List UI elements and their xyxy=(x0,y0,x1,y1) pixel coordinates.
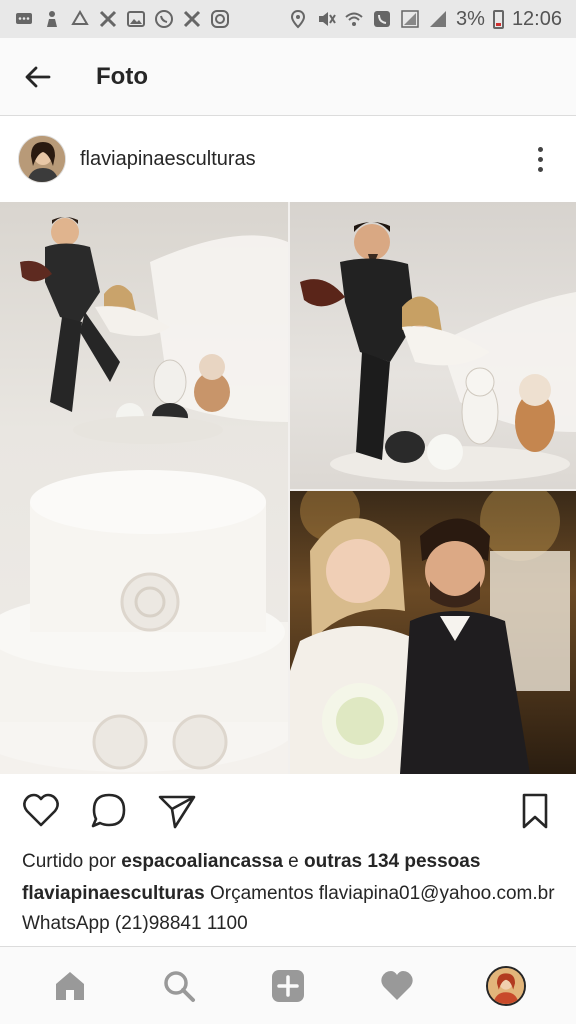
notification-icons xyxy=(14,9,230,29)
search-icon xyxy=(164,970,196,1002)
person-notification-icon xyxy=(42,9,62,29)
nav-home[interactable] xyxy=(40,956,100,1016)
wifi-icon xyxy=(344,9,364,29)
cake-illustration xyxy=(0,217,288,774)
nav-profile[interactable] xyxy=(476,956,536,1016)
bookmark-icon xyxy=(522,793,548,829)
arrow-left-icon xyxy=(25,66,51,87)
whatsapp-icon xyxy=(154,9,174,29)
nav-add[interactable] xyxy=(258,956,318,1016)
profile-avatar xyxy=(485,965,526,1006)
send-icon xyxy=(158,795,196,829)
bottom-navigation xyxy=(0,946,576,1024)
post-photo[interactable] xyxy=(0,202,576,774)
battery-percent: 3% xyxy=(456,7,485,30)
cake-photo xyxy=(0,202,288,774)
avatar-image xyxy=(19,136,65,182)
post-actions xyxy=(0,780,576,842)
top-app-bar: Foto xyxy=(0,38,576,116)
status-bar: 3% 12:06 xyxy=(0,0,576,38)
post-caption: flaviapinaesculturas Orçamentos flaviapi… xyxy=(22,879,562,945)
topper-illustration xyxy=(300,222,576,482)
nav-activity[interactable] xyxy=(367,956,427,1016)
call-icon xyxy=(372,9,392,29)
couple-illustration xyxy=(290,491,570,774)
comment-button[interactable] xyxy=(88,790,130,832)
add-icon xyxy=(271,969,304,1002)
signal-bars-icon xyxy=(428,9,448,29)
caption-username[interactable]: flaviapinaesculturas xyxy=(22,883,205,904)
more-vertical-icon xyxy=(537,146,543,152)
more-dot xyxy=(537,166,543,172)
post-username[interactable]: flaviapinaesculturas xyxy=(80,148,256,171)
instagram-photo-screen: 3% 12:06 Foto flaviapinaesculturas Curti… xyxy=(0,0,576,1024)
system-icons: 3% 12:06 xyxy=(288,8,562,31)
instagram-icon xyxy=(210,9,230,29)
share-button[interactable] xyxy=(156,790,198,832)
signal-icon xyxy=(400,9,420,29)
page-title: Foto xyxy=(96,62,148,90)
likes-others-link[interactable]: outras 134 pessoas xyxy=(304,851,480,872)
likes-prefix: Curtido por xyxy=(22,851,122,872)
likes-summary: Curtido por espacoaliancassa e outras 13… xyxy=(22,849,562,875)
nav-search[interactable] xyxy=(149,956,209,1016)
alert-notification-icon xyxy=(70,9,90,29)
image-notification-icon xyxy=(126,9,146,29)
back-button[interactable] xyxy=(0,38,76,116)
like-button[interactable] xyxy=(20,790,62,832)
liker-username[interactable]: espacoaliancassa xyxy=(121,851,283,872)
avatar[interactable] xyxy=(18,135,66,183)
save-button[interactable] xyxy=(514,790,556,832)
post-header: flaviapinaesculturas xyxy=(0,117,576,201)
mute-icon xyxy=(316,9,336,29)
activity-heart-icon xyxy=(381,970,413,1000)
comment-icon xyxy=(91,793,126,828)
likes-middle: e xyxy=(282,851,305,872)
more-dot xyxy=(537,156,543,162)
home-icon xyxy=(56,971,85,1000)
crossed-tools-icon-2 xyxy=(182,9,202,29)
profile-avatar-image xyxy=(487,967,524,1004)
battery-icon xyxy=(492,9,504,29)
crossed-tools-icon xyxy=(98,9,118,29)
message-notification-icon xyxy=(14,9,34,29)
heart-icon xyxy=(23,793,59,827)
location-icon xyxy=(288,9,308,29)
couple-photo xyxy=(290,491,576,774)
more-options-button[interactable] xyxy=(522,135,558,183)
clock-time: 12:06 xyxy=(511,7,562,30)
topper-photo xyxy=(290,202,576,489)
